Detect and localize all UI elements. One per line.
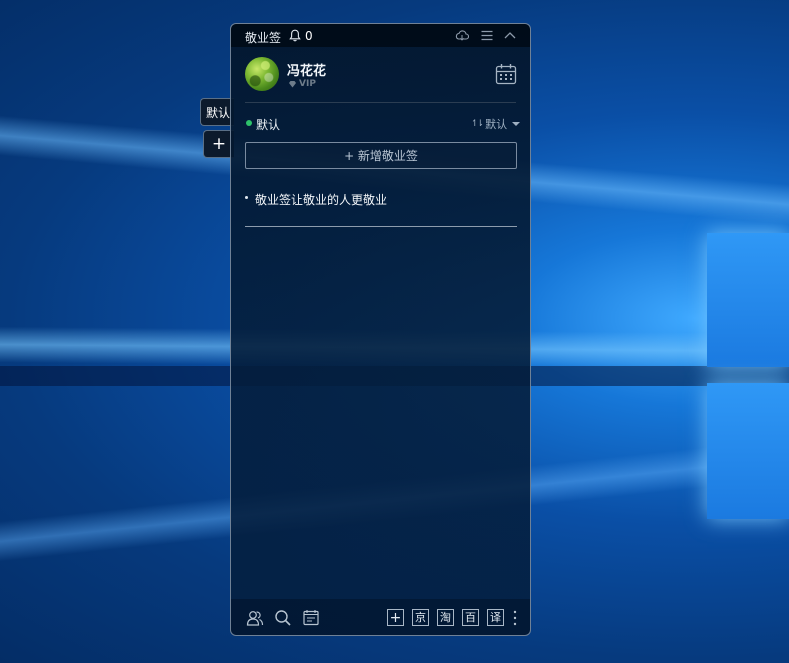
cloud-sync-icon[interactable] xyxy=(455,29,469,42)
vip-badge[interactable]: VIP xyxy=(288,79,316,89)
divider xyxy=(245,102,516,103)
bullet-icon xyxy=(245,196,248,199)
more-vertical-icon[interactable] xyxy=(513,609,517,627)
jd-shortcut-button[interactable]: 京 xyxy=(412,609,429,626)
search-icon[interactable] xyxy=(274,609,292,627)
add-button[interactable]: + xyxy=(387,609,404,626)
windows-logo-pane xyxy=(707,233,789,367)
category-status-dot xyxy=(246,120,252,126)
sort-icon: ↿⇂ xyxy=(471,119,484,129)
add-note-button[interactable]: + 新增敬业签 xyxy=(245,142,517,169)
menu-icon[interactable] xyxy=(480,29,494,42)
sticky-note-panel: 敬业签 0 冯花花 VIP 默认 ↿⇂ 默认 + 新增敬业签 敬业签让敬业的人更… xyxy=(230,23,531,636)
bottom-toolbar: + 京 淘 百 译 xyxy=(231,599,530,635)
side-tab-default[interactable]: 默认 xyxy=(200,98,234,126)
notes-list-icon[interactable] xyxy=(302,609,320,627)
notification-count: 0 xyxy=(305,29,313,43)
taobao-shortcut-button[interactable]: 淘 xyxy=(437,609,454,626)
baidu-shortcut-button[interactable]: 百 xyxy=(462,609,479,626)
friends-icon[interactable] xyxy=(246,609,264,627)
avatar[interactable] xyxy=(245,57,279,91)
category-title[interactable]: 默认 xyxy=(256,116,280,133)
sort-label: 默认 xyxy=(485,118,508,131)
user-name: 冯花花 xyxy=(287,64,327,79)
title-bar[interactable]: 敬业签 0 xyxy=(231,24,530,47)
translate-shortcut-button[interactable]: 译 xyxy=(487,609,504,626)
bell-icon[interactable] xyxy=(289,29,301,42)
chevron-up-icon[interactable] xyxy=(503,29,517,42)
note-text[interactable]: 敬业签让敬业的人更敬业 xyxy=(255,191,387,208)
app-title: 敬业签 xyxy=(245,31,282,45)
caret-down-icon xyxy=(512,122,521,126)
windows-logo-pane xyxy=(707,383,789,519)
note-item[interactable]: 敬业签让敬业的人更敬业 xyxy=(245,190,517,227)
diamond-icon xyxy=(289,81,296,88)
vip-label: VIP xyxy=(299,79,316,89)
calendar-icon[interactable] xyxy=(495,63,517,85)
sort-dropdown[interactable]: ↿⇂ 默认 xyxy=(471,116,521,132)
